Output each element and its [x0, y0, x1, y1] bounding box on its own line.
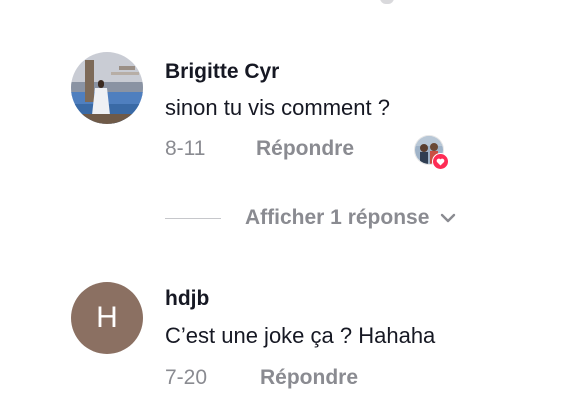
avatar[interactable]: H [71, 282, 143, 354]
comment-username[interactable]: hdjb [165, 287, 209, 311]
reply-button[interactable]: Répondre [256, 137, 354, 161]
comment-text: C’est une joke ça ? Hahaha [165, 323, 436, 348]
comment-date: 7-20 [165, 366, 208, 389]
avatar[interactable] [71, 52, 143, 124]
comment-text: sinon tu vis comment ? [165, 95, 390, 120]
comment-date: 8-11 [165, 137, 206, 160]
previous-comment-remnant [380, 0, 394, 4]
divider-line [165, 217, 221, 219]
chevron-down-icon [439, 212, 457, 224]
heart-icon [432, 153, 449, 170]
liked-by-creator-badge [414, 135, 449, 170]
view-replies-button[interactable]: Afficher 1 réponse [165, 204, 457, 232]
comment-username[interactable]: Brigitte Cyr [165, 60, 279, 84]
view-replies-label: Afficher 1 réponse [245, 206, 430, 229]
reply-button[interactable]: Répondre [260, 366, 358, 390]
